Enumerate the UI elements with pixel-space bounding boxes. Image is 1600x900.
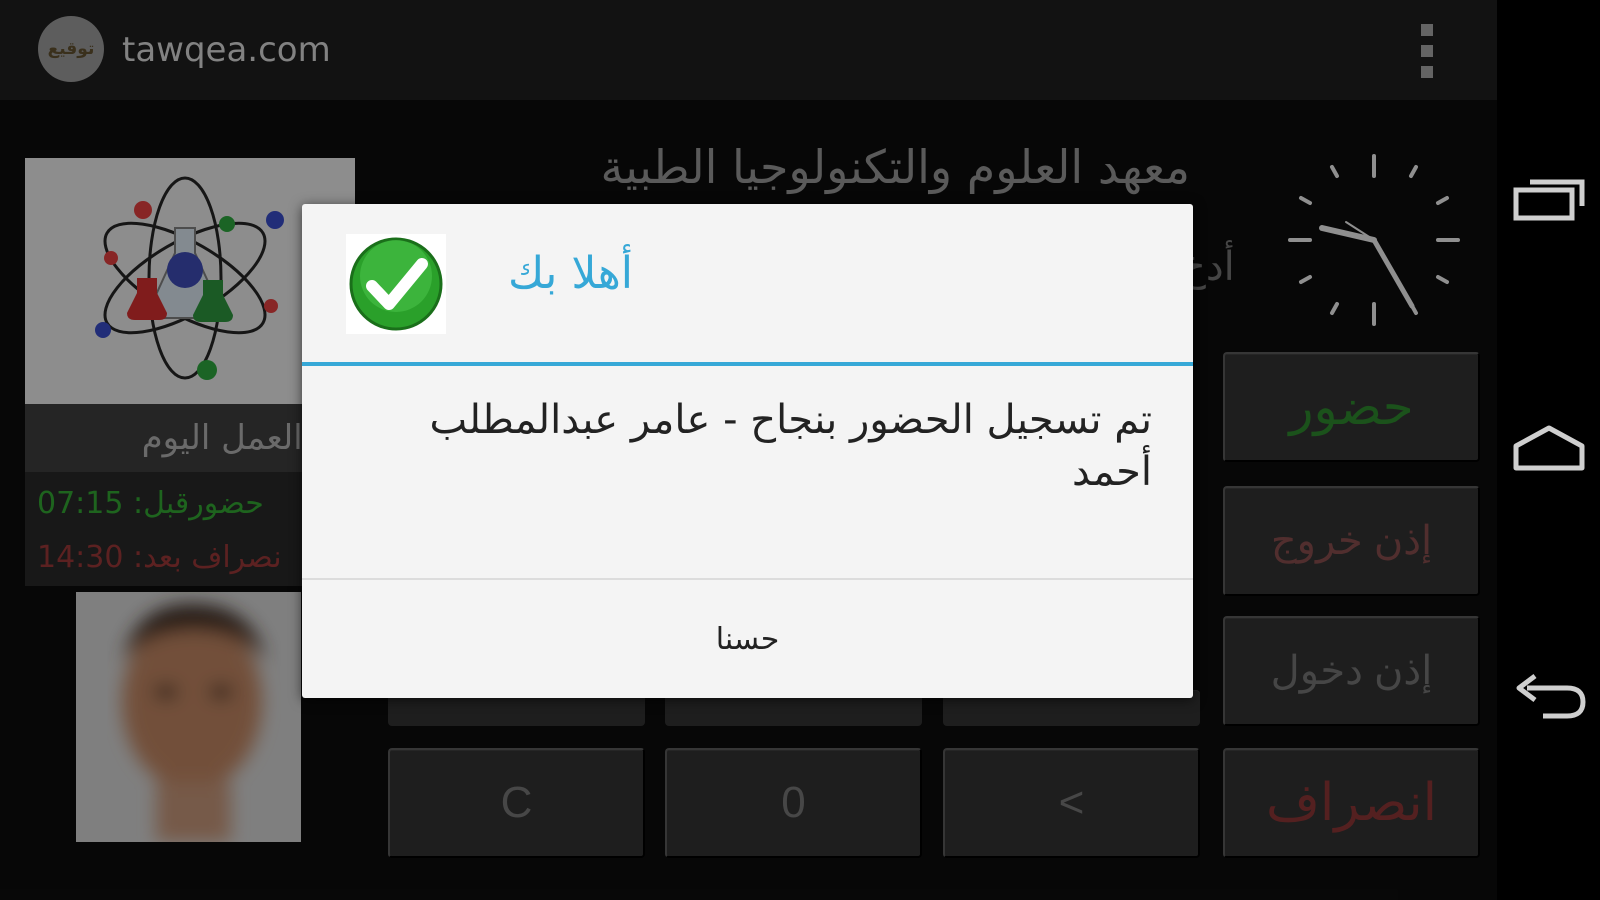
app-screen: توقيع tawqea.com ات العمل اليوم حضورقبل:…: [0, 0, 1497, 900]
ok-button[interactable]: حسنا: [302, 580, 1193, 698]
dialog-title: أهلا بك: [508, 248, 633, 299]
check-icon: [346, 234, 446, 334]
dialog-header: أهلا بك: [302, 204, 1193, 362]
recent-apps-icon[interactable]: [1497, 176, 1600, 222]
welcome-dialog: أهلا بك تم تسجيل الحضور بنجاح - عامر عبد…: [302, 204, 1193, 698]
dialog-message: تم تسجيل الحضور بنجاح - عامر عبدالمطلب أ…: [429, 397, 1152, 495]
back-icon[interactable]: [1497, 672, 1600, 722]
home-icon[interactable]: [1497, 424, 1600, 472]
dialog-divider: [302, 362, 1193, 366]
system-nav-bar: [1497, 0, 1600, 900]
